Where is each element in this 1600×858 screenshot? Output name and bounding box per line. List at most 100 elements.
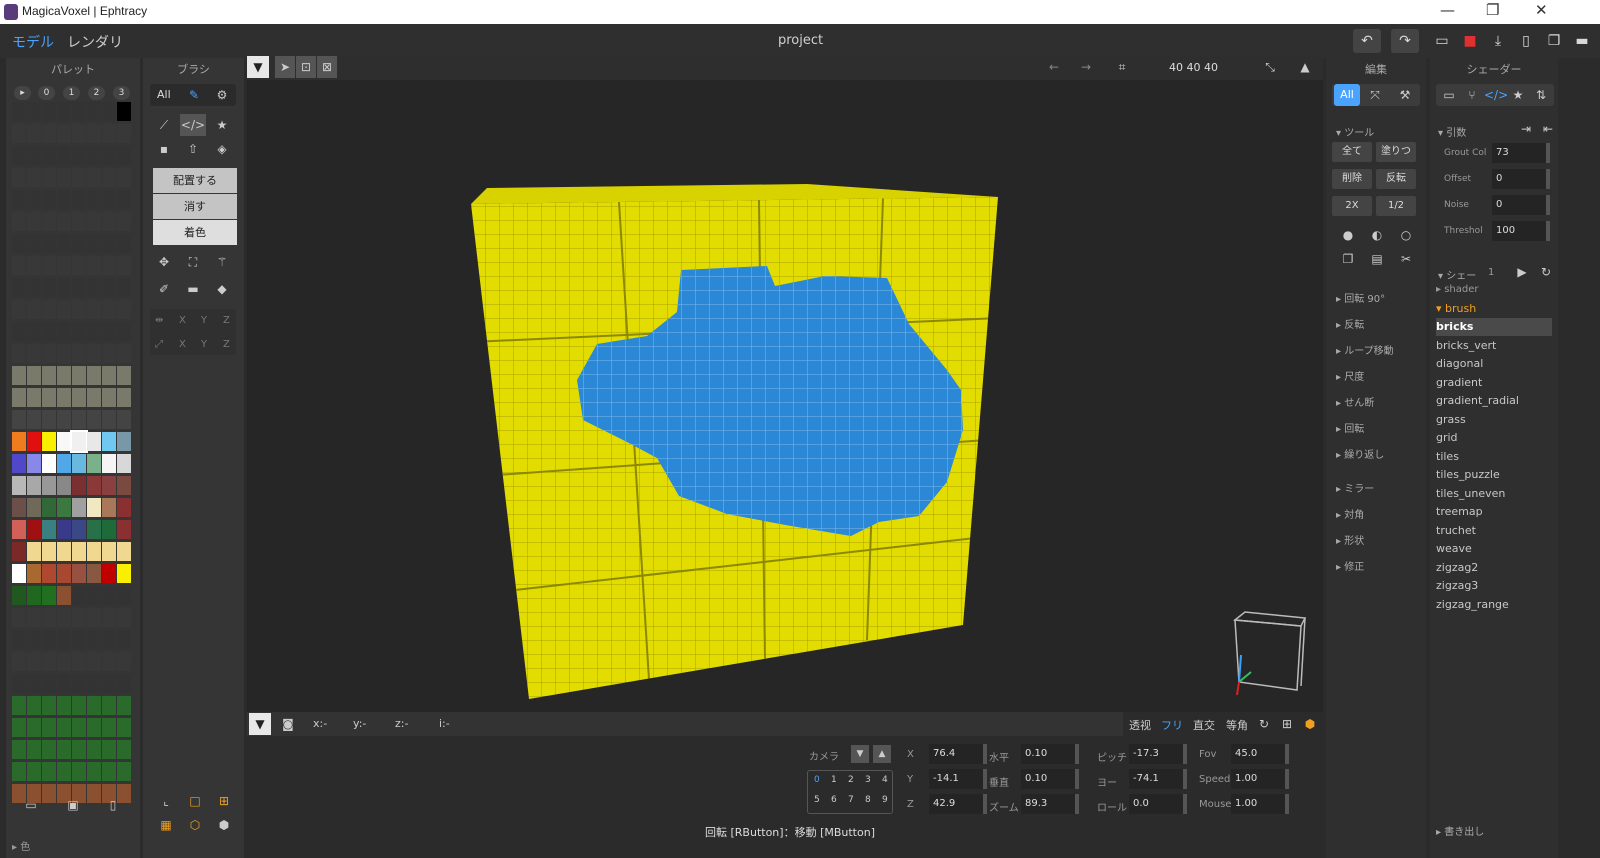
palette-swatch[interactable] bbox=[27, 344, 41, 363]
world-icon[interactable]: ⌞ bbox=[153, 790, 179, 812]
palette-swatch[interactable] bbox=[42, 146, 56, 165]
palette-swatch[interactable] bbox=[102, 278, 116, 297]
palette-swatch[interactable] bbox=[42, 212, 56, 231]
palette-swatch[interactable] bbox=[102, 190, 116, 209]
palette-swatch[interactable] bbox=[42, 520, 56, 539]
palette-swatch[interactable] bbox=[27, 432, 41, 451]
palette-page-3[interactable]: 3 bbox=[113, 86, 130, 100]
camera-field-value[interactable]: -74.1 bbox=[1129, 769, 1187, 789]
palette-swatch[interactable] bbox=[87, 278, 101, 297]
up-arrow-icon[interactable]: ▲ bbox=[1292, 56, 1318, 78]
shader-param-value[interactable]: 73 bbox=[1492, 143, 1550, 163]
palette-swatch[interactable] bbox=[27, 168, 41, 187]
palette-swatch[interactable] bbox=[27, 212, 41, 231]
view-ortho[interactable]: 直交 bbox=[1193, 717, 1215, 733]
camera-slot-3[interactable]: 3 bbox=[865, 775, 871, 785]
edit-section[interactable]: ▸ 回転 bbox=[1336, 420, 1364, 435]
palette-swatch[interactable] bbox=[117, 410, 131, 429]
play-icon[interactable]: ▶ bbox=[1512, 261, 1532, 283]
palette-swatch[interactable] bbox=[117, 740, 131, 759]
edit-section[interactable]: ▸ 回転 90° bbox=[1336, 290, 1385, 305]
palette-swatch[interactable] bbox=[87, 476, 101, 495]
coord-dropdown-icon[interactable]: ▼ bbox=[249, 713, 271, 735]
palette-swatch[interactable] bbox=[87, 784, 101, 803]
palette-swatch[interactable] bbox=[117, 168, 131, 187]
palette-swatch[interactable] bbox=[102, 212, 116, 231]
code-brush-icon[interactable]: </> bbox=[180, 114, 206, 136]
camera-field-value[interactable]: 1.00 bbox=[1231, 769, 1289, 789]
palette-swatch[interactable] bbox=[42, 278, 56, 297]
palette-swatch[interactable] bbox=[102, 146, 116, 165]
palette-swatch[interactable] bbox=[102, 718, 116, 737]
shader-code-icon[interactable]: </> bbox=[1484, 84, 1508, 106]
palette-swatch[interactable] bbox=[72, 410, 86, 429]
orientation-gizmo[interactable] bbox=[1233, 611, 1307, 696]
face-brush-icon[interactable]: ⇧ bbox=[180, 138, 206, 160]
mirror-x[interactable]: X bbox=[179, 315, 186, 326]
palette-swatch[interactable] bbox=[57, 454, 71, 473]
shader-item-bricks[interactable]: bricks bbox=[1436, 318, 1552, 336]
palette-swatch[interactable] bbox=[102, 410, 116, 429]
palette-swatch[interactable] bbox=[12, 102, 26, 121]
palette-swatch[interactable] bbox=[72, 344, 86, 363]
palette-swatch[interactable] bbox=[27, 762, 41, 781]
palette-swatch[interactable] bbox=[57, 542, 71, 561]
edit-section[interactable]: ▸ せん断 bbox=[1336, 394, 1374, 409]
palette-swatch[interactable] bbox=[57, 410, 71, 429]
shader-param-value[interactable]: 100 bbox=[1492, 221, 1550, 241]
palette-swatch[interactable] bbox=[87, 344, 101, 363]
edit-section[interactable]: ▸ 繰り返し bbox=[1336, 446, 1384, 461]
arrow-left-icon[interactable]: ← bbox=[1041, 56, 1067, 78]
palette-swatch[interactable] bbox=[12, 608, 26, 627]
palette-swatch[interactable] bbox=[72, 234, 86, 253]
palette-swatch[interactable] bbox=[12, 740, 26, 759]
camera-slot-5[interactable]: 5 bbox=[814, 795, 820, 805]
palette-swatch[interactable] bbox=[27, 388, 41, 407]
camera-field-value[interactable]: 42.9 bbox=[929, 794, 987, 814]
save-icon[interactable]: ■ bbox=[1456, 29, 1484, 53]
restore-button[interactable]: ❐ bbox=[1486, 1, 1499, 19]
camera-field-value[interactable]: 89.3 bbox=[1021, 794, 1079, 814]
palette-swatch[interactable] bbox=[87, 564, 101, 583]
palette-swatch[interactable] bbox=[12, 124, 26, 143]
voxel-scene[interactable] bbox=[247, 80, 1323, 712]
fill-bucket-icon[interactable]: ◆ bbox=[209, 278, 235, 300]
palette-swatch[interactable] bbox=[117, 300, 131, 319]
palette-swatch[interactable] bbox=[27, 410, 41, 429]
palette-swatch[interactable] bbox=[87, 520, 101, 539]
palette-swatch[interactable] bbox=[72, 168, 86, 187]
palette-swatch[interactable] bbox=[12, 256, 26, 275]
palette-swatch[interactable] bbox=[72, 102, 86, 121]
palette-swatch[interactable] bbox=[117, 212, 131, 231]
camera-slot-1[interactable]: 1 bbox=[831, 775, 837, 785]
edit-section[interactable]: ▸ ミラー bbox=[1336, 480, 1374, 495]
palette-swatch[interactable] bbox=[87, 630, 101, 649]
palette-swatch[interactable] bbox=[12, 190, 26, 209]
palette-swatch[interactable] bbox=[87, 410, 101, 429]
palette-swatch[interactable] bbox=[57, 586, 71, 605]
sphere-icon[interactable]: ● bbox=[1334, 224, 1362, 246]
palette-new-icon[interactable]: ▯ bbox=[100, 794, 126, 816]
palette-swatch[interactable] bbox=[102, 696, 116, 715]
palette-swatch[interactable] bbox=[42, 586, 56, 605]
palette-swatch[interactable] bbox=[57, 740, 71, 759]
shader-item-treemap[interactable]: treemap bbox=[1436, 503, 1552, 521]
camera-slot-2[interactable]: 2 bbox=[848, 775, 854, 785]
camera-field-value[interactable]: 1.00 bbox=[1231, 794, 1289, 814]
palette-swatch[interactable] bbox=[117, 322, 131, 341]
palette-swatch[interactable] bbox=[72, 608, 86, 627]
camera-field-value[interactable]: -14.1 bbox=[929, 769, 987, 789]
shader-item-truchet[interactable]: truchet bbox=[1436, 522, 1552, 540]
camera-field-value[interactable]: 76.4 bbox=[929, 744, 987, 764]
palette-swatch[interactable] bbox=[117, 278, 131, 297]
delete-icon[interactable]: ▬ bbox=[180, 278, 206, 300]
tool-section[interactable]: ▾ ツール bbox=[1336, 124, 1374, 139]
palette-swatch[interactable] bbox=[117, 102, 131, 121]
palette-swatch[interactable] bbox=[117, 696, 131, 715]
palette-swatch[interactable] bbox=[12, 586, 26, 605]
palette-swatch[interactable] bbox=[27, 652, 41, 671]
palette-swatch[interactable] bbox=[102, 300, 116, 319]
palette-swatch[interactable] bbox=[87, 674, 101, 693]
palette-swatch[interactable] bbox=[102, 366, 116, 385]
edit-button[interactable]: 塗りつ bbox=[1376, 142, 1416, 162]
